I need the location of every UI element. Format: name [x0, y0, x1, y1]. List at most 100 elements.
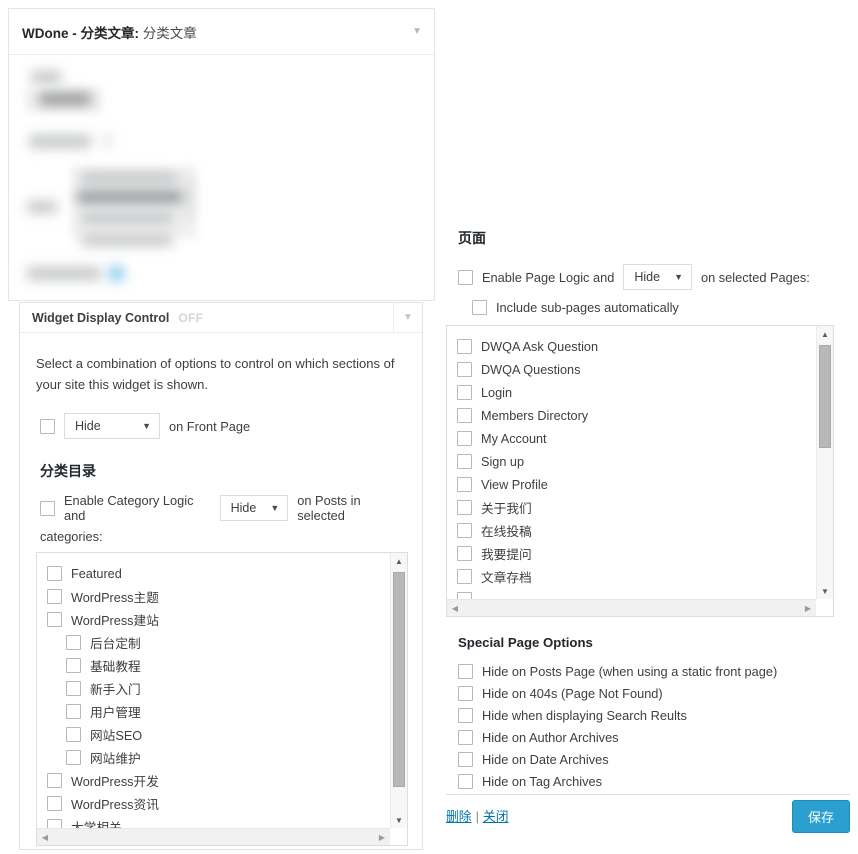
page-item-checkbox[interactable] [457, 408, 472, 423]
page-item-row: Sign up [457, 450, 833, 473]
page-item-checkbox[interactable] [457, 431, 472, 446]
scroll-down-icon[interactable]: ▼ [817, 583, 833, 599]
widget-header[interactable]: WDone - 分类文章: 分类文章 ▼ [9, 9, 434, 55]
page-logic-action-select[interactable]: Hide ▼ [623, 264, 692, 290]
category-item-label: 新手入门 [90, 683, 141, 697]
wdc-header[interactable]: Widget Display Control OFF ▼ [20, 303, 422, 333]
pages-section-heading: 页面 [458, 230, 486, 246]
delete-link[interactable]: 删除 [446, 809, 472, 824]
scroll-right-icon[interactable]: ▶ [374, 829, 390, 845]
page-item-checkbox[interactable] [457, 454, 472, 469]
category-item-label: WordPress建站 [71, 614, 159, 628]
widget-collapse-icon[interactable]: ▼ [412, 26, 422, 37]
page-logic-action-value: Hide [634, 270, 661, 284]
close-link[interactable]: 关闭 [483, 809, 509, 824]
pages-vertical-scrollbar[interactable]: ▲ ▼ [816, 326, 833, 599]
front-page-checkbox[interactable] [40, 418, 55, 434]
obscured-text-2 [39, 93, 91, 105]
pages-scroll-corner [816, 599, 833, 616]
page-item-checkbox[interactable] [457, 385, 472, 400]
page-item-checkbox[interactable] [457, 477, 472, 492]
page-item-checkbox[interactable] [457, 339, 472, 354]
category-item-row: 基础教程 [47, 654, 407, 677]
special-page-option-row: Hide on Tag Archives [458, 770, 850, 792]
footer-separator: | [475, 809, 479, 824]
page-item-checkbox[interactable] [457, 500, 472, 515]
category-item-checkbox[interactable] [66, 658, 81, 673]
page-logic-panel: 页面 Enable Page Logic and Hide ▼ on selec… [446, 228, 850, 792]
scroll-up-icon[interactable]: ▲ [391, 553, 407, 569]
save-button[interactable]: 保存 [791, 800, 850, 833]
special-page-option-checkbox[interactable] [458, 751, 473, 767]
pages-horizontal-scrollbar[interactable]: ◀ ▶ [447, 599, 816, 616]
page-item-label: My Account [481, 431, 547, 446]
widget-title-main: WDone - 分类文章: [22, 25, 139, 41]
page-item-checkbox[interactable] [457, 523, 472, 538]
chevron-down-icon: ▼ [270, 503, 280, 514]
category-item-row: 网站维护 [47, 746, 407, 769]
categories-vertical-scrollbar[interactable]: ▲ ▼ [390, 553, 407, 828]
wdc-collapse-icon[interactable]: ▼ [393, 303, 422, 332]
categories-listbox[interactable]: Featured WordPress主题 WordPress建站 后台定制 基础教程 新手… [36, 552, 408, 846]
category-logic-action-select[interactable]: Hide ▼ [219, 495, 289, 522]
scroll-left-icon[interactable]: ◀ [37, 829, 53, 845]
category-item-row: 网站SEO [47, 723, 407, 746]
page-item-row: 我要提问 [457, 542, 833, 565]
pages-items: DWQA Ask Question DWQA Questions Login Memb… [447, 326, 833, 611]
obscured-text-5 [27, 201, 57, 213]
page-item-label: DWQA Questions [481, 362, 581, 377]
category-item-checkbox[interactable] [47, 796, 62, 811]
category-item-checkbox[interactable] [47, 773, 62, 788]
categories-scroll-corner [390, 828, 407, 845]
enable-category-logic-suffix2: categories: [40, 529, 103, 545]
special-page-option-label: Hide on Tag Archives [482, 773, 602, 789]
category-item-checkbox[interactable] [47, 589, 62, 604]
page-item-label: 关于我们 [481, 502, 532, 516]
special-page-option-checkbox[interactable] [458, 663, 473, 679]
categories-scroll-thumb[interactable] [393, 572, 405, 787]
include-subpages-checkbox[interactable] [472, 300, 487, 315]
special-page-option-label: Hide on Date Archives [482, 751, 609, 767]
category-item-label: 后台定制 [90, 637, 141, 651]
category-item-checkbox[interactable] [66, 681, 81, 696]
chevron-down-icon: ▼ [674, 272, 683, 282]
page-item-checkbox[interactable] [457, 546, 472, 561]
footer-links: 删除 | 关闭 [446, 800, 509, 825]
category-item-checkbox[interactable] [47, 612, 62, 627]
special-page-option-checkbox[interactable] [458, 685, 473, 701]
page-item-checkbox[interactable] [457, 569, 472, 584]
category-item-checkbox[interactable] [47, 566, 62, 581]
footer-divider [446, 794, 850, 795]
scroll-up-icon[interactable]: ▲ [817, 326, 833, 342]
category-item-checkbox[interactable] [66, 704, 81, 719]
pages-listbox[interactable]: DWQA Ask Question DWQA Questions Login Memb… [446, 325, 834, 617]
enable-page-logic-row: Enable Page Logic and Hide ▼ on selected… [458, 264, 850, 290]
special-page-option-checkbox[interactable] [458, 707, 473, 723]
enable-page-logic-checkbox[interactable] [458, 269, 473, 285]
category-item-row: WordPress建站 [47, 608, 407, 631]
category-item-label: WordPress开发 [71, 775, 159, 789]
obscured-text-6 [27, 267, 101, 280]
page-item-row: View Profile [457, 473, 833, 496]
front-page-action-select[interactable]: Hide ▼ [64, 413, 160, 440]
category-item-checkbox[interactable] [66, 635, 81, 650]
special-page-option-label: Hide on Author Archives [482, 729, 619, 745]
widget-title: WDone - 分类文章: 分类文章 [22, 22, 197, 42]
category-item-label: Featured [71, 566, 122, 581]
category-section-heading: 分类目录 [40, 463, 96, 480]
special-page-option-checkbox[interactable] [458, 729, 473, 745]
scroll-right-icon[interactable]: ▶ [800, 600, 816, 616]
enable-category-logic-checkbox[interactable] [40, 500, 55, 516]
chevron-down-icon: ▼ [142, 421, 151, 432]
scroll-down-icon[interactable]: ▼ [391, 812, 407, 828]
page-item-label: Login [481, 385, 513, 400]
pages-scroll-thumb[interactable] [819, 345, 831, 448]
scroll-left-icon[interactable]: ◀ [447, 600, 463, 616]
category-item-checkbox[interactable] [66, 750, 81, 765]
category-item-row: 用户管理 [47, 700, 407, 723]
category-item-checkbox[interactable] [66, 727, 81, 742]
front-page-suffix: on Front Page [169, 418, 251, 434]
special-page-option-checkbox[interactable] [458, 773, 473, 789]
page-item-checkbox[interactable] [457, 362, 472, 377]
categories-horizontal-scrollbar[interactable]: ◀ ▶ [37, 828, 390, 845]
